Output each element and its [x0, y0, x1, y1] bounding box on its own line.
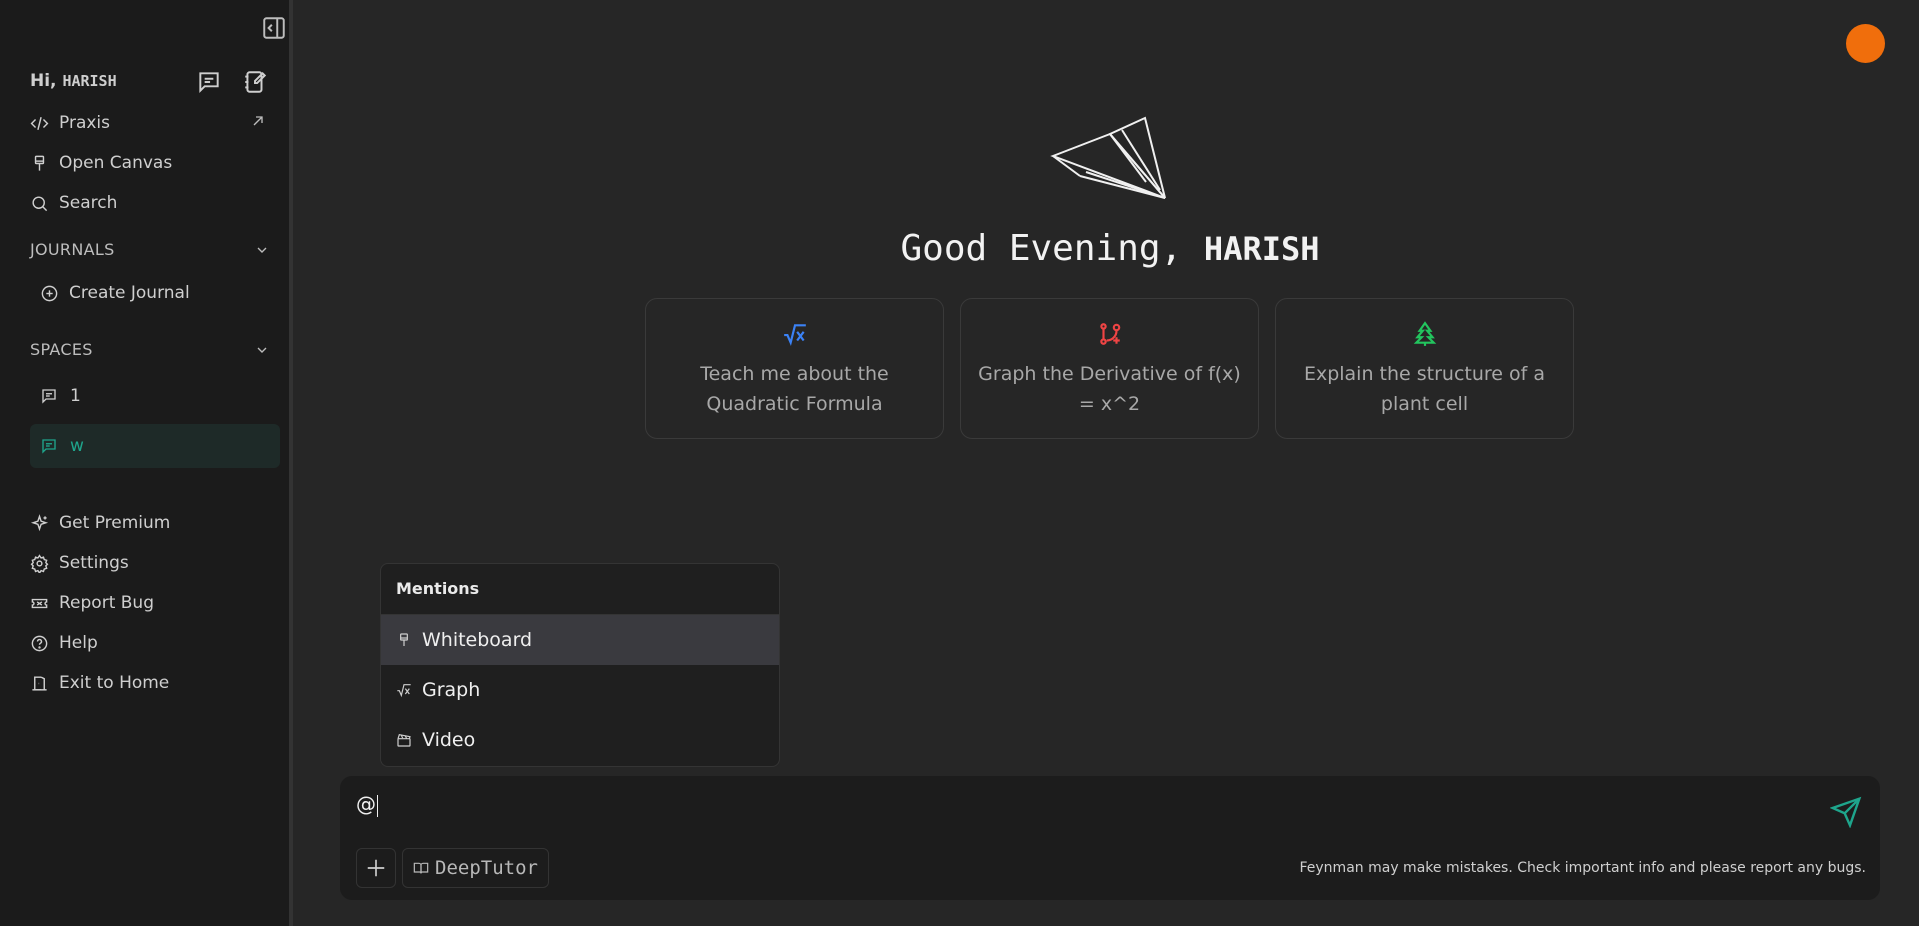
- user-name: HARISH: [1203, 230, 1320, 268]
- nav-report-bug[interactable]: Report Bug: [30, 588, 154, 618]
- ticket-icon: [31, 598, 48, 608]
- nav-open-canvas-label: Open Canvas: [59, 153, 173, 173]
- book-open-icon: [413, 862, 429, 874]
- chat-icon: [42, 389, 56, 404]
- message-input[interactable]: @: [356, 792, 378, 817]
- suggestion-card-derivative[interactable]: Graph the Derivative of f(x) = x^2: [960, 298, 1259, 439]
- nav-praxis-label: Praxis: [59, 113, 110, 133]
- chevron-down-icon: [257, 247, 267, 253]
- nav-search[interactable]: Search: [30, 188, 117, 218]
- nav-get-premium-label: Get Premium: [59, 513, 171, 533]
- sidebar-greeting: Hi, HARISH: [30, 71, 117, 91]
- deeptutor-label: DeepTutor: [435, 857, 538, 879]
- nav-report-bug-label: Report Bug: [59, 593, 154, 613]
- suggestion-card-text: Explain the structure of a plant cell: [1303, 363, 1546, 415]
- sidebar-collapse-icon: [263, 17, 285, 39]
- chat-icon: [42, 439, 56, 454]
- nav-exit-home-label: Exit to Home: [59, 673, 170, 693]
- mention-item-video[interactable]: Video: [381, 715, 779, 765]
- space-item-label: w: [70, 436, 84, 456]
- message-composer: @ DeepTutor Feynman may make mistakes. C…: [340, 776, 1880, 900]
- greeting-prefix: Hi,: [30, 71, 57, 91]
- nav-praxis[interactable]: Praxis: [30, 108, 110, 138]
- create-journal-label: Create Journal: [69, 283, 190, 303]
- spaces-heading: SPACES: [30, 340, 93, 359]
- suggestion-card-plant-cell[interactable]: Explain the structure of a plant cell: [1275, 298, 1574, 439]
- mention-item-whiteboard[interactable]: Whiteboard: [381, 615, 779, 665]
- plus-icon: [367, 859, 385, 877]
- plus-circle-icon: [41, 285, 58, 301]
- gear-icon: [30, 553, 49, 573]
- nav-exit-home[interactable]: Exit to Home: [30, 668, 169, 698]
- collapse-sidebar-button[interactable]: [260, 14, 288, 42]
- help-circle-icon: [31, 635, 48, 651]
- nav-open-canvas[interactable]: Open Canvas: [30, 148, 172, 178]
- journals-section-header[interactable]: JOURNALS: [30, 240, 270, 259]
- space-item-1[interactable]: 1: [30, 374, 280, 418]
- notebook-pen-icon: [245, 71, 267, 93]
- brush-icon: [34, 155, 45, 171]
- mention-item-label: Video: [422, 729, 476, 751]
- clapperboard-icon: [397, 733, 411, 747]
- nav-settings-label: Settings: [59, 553, 129, 573]
- nav-help[interactable]: Help: [30, 628, 98, 658]
- create-journal-button[interactable]: Create Journal: [40, 278, 190, 308]
- exit-door-icon: [32, 675, 47, 691]
- new-chat-button[interactable]: [194, 67, 224, 97]
- brush-icon: [400, 633, 408, 646]
- mention-item-label: Graph: [422, 679, 481, 701]
- space-item-label: 1: [70, 386, 81, 406]
- page-greeting: Good Evening, HARISH: [360, 228, 1860, 269]
- send-icon: [1829, 796, 1862, 829]
- app-root: Hi, HARISH Praxis Open Canvas Search JOU…: [0, 0, 1919, 926]
- nav-settings[interactable]: Settings: [30, 548, 129, 578]
- spaces-section-header[interactable]: SPACES: [30, 340, 270, 359]
- user-name: HARISH: [62, 72, 117, 90]
- square-root-icon: [397, 684, 411, 698]
- attach-button[interactable]: [356, 848, 396, 888]
- nav-search-label: Search: [59, 193, 118, 213]
- square-root-icon: [783, 324, 806, 347]
- chevron-down-icon: [257, 347, 267, 353]
- code-icon: [30, 116, 49, 130]
- space-item-w[interactable]: w: [30, 424, 280, 468]
- sparkles-icon: [30, 513, 49, 531]
- send-button[interactable]: [1829, 796, 1862, 832]
- mentions-popup: Mentions Whiteboard Graph Video: [380, 563, 780, 767]
- new-note-button[interactable]: [240, 67, 270, 97]
- mentions-title: Mentions: [381, 564, 779, 615]
- nav-get-premium[interactable]: Get Premium: [30, 508, 170, 538]
- paper-plane-illustration: [1050, 116, 1166, 199]
- deeptutor-mode-button[interactable]: DeepTutor: [402, 848, 549, 888]
- avatar[interactable]: [1846, 24, 1885, 63]
- suggestion-card-quadratic[interactable]: Teach me about the Quadratic Formula: [645, 298, 944, 439]
- greeting-prefix: Good Evening,: [900, 228, 1183, 269]
- suggestion-card-text: Graph the Derivative of f(x) = x^2: [978, 363, 1241, 415]
- suggestion-card-text: Teach me about the Quadratic Formula: [700, 363, 889, 415]
- mention-item-label: Whiteboard: [422, 629, 533, 651]
- external-arrow-icon[interactable]: [250, 113, 266, 129]
- disclaimer-text: Feynman may make mistakes. Check importa…: [1299, 860, 1867, 876]
- journals-heading: JOURNALS: [30, 240, 115, 259]
- git-branch-plus-icon: [1099, 323, 1120, 345]
- chat-icon: [199, 72, 219, 94]
- search-icon: [32, 195, 48, 211]
- nav-help-label: Help: [59, 633, 98, 653]
- sidebar: Hi, HARISH Praxis Open Canvas Search JOU…: [0, 0, 293, 926]
- tree-icon: [1413, 321, 1436, 346]
- mention-item-graph[interactable]: Graph: [381, 665, 779, 715]
